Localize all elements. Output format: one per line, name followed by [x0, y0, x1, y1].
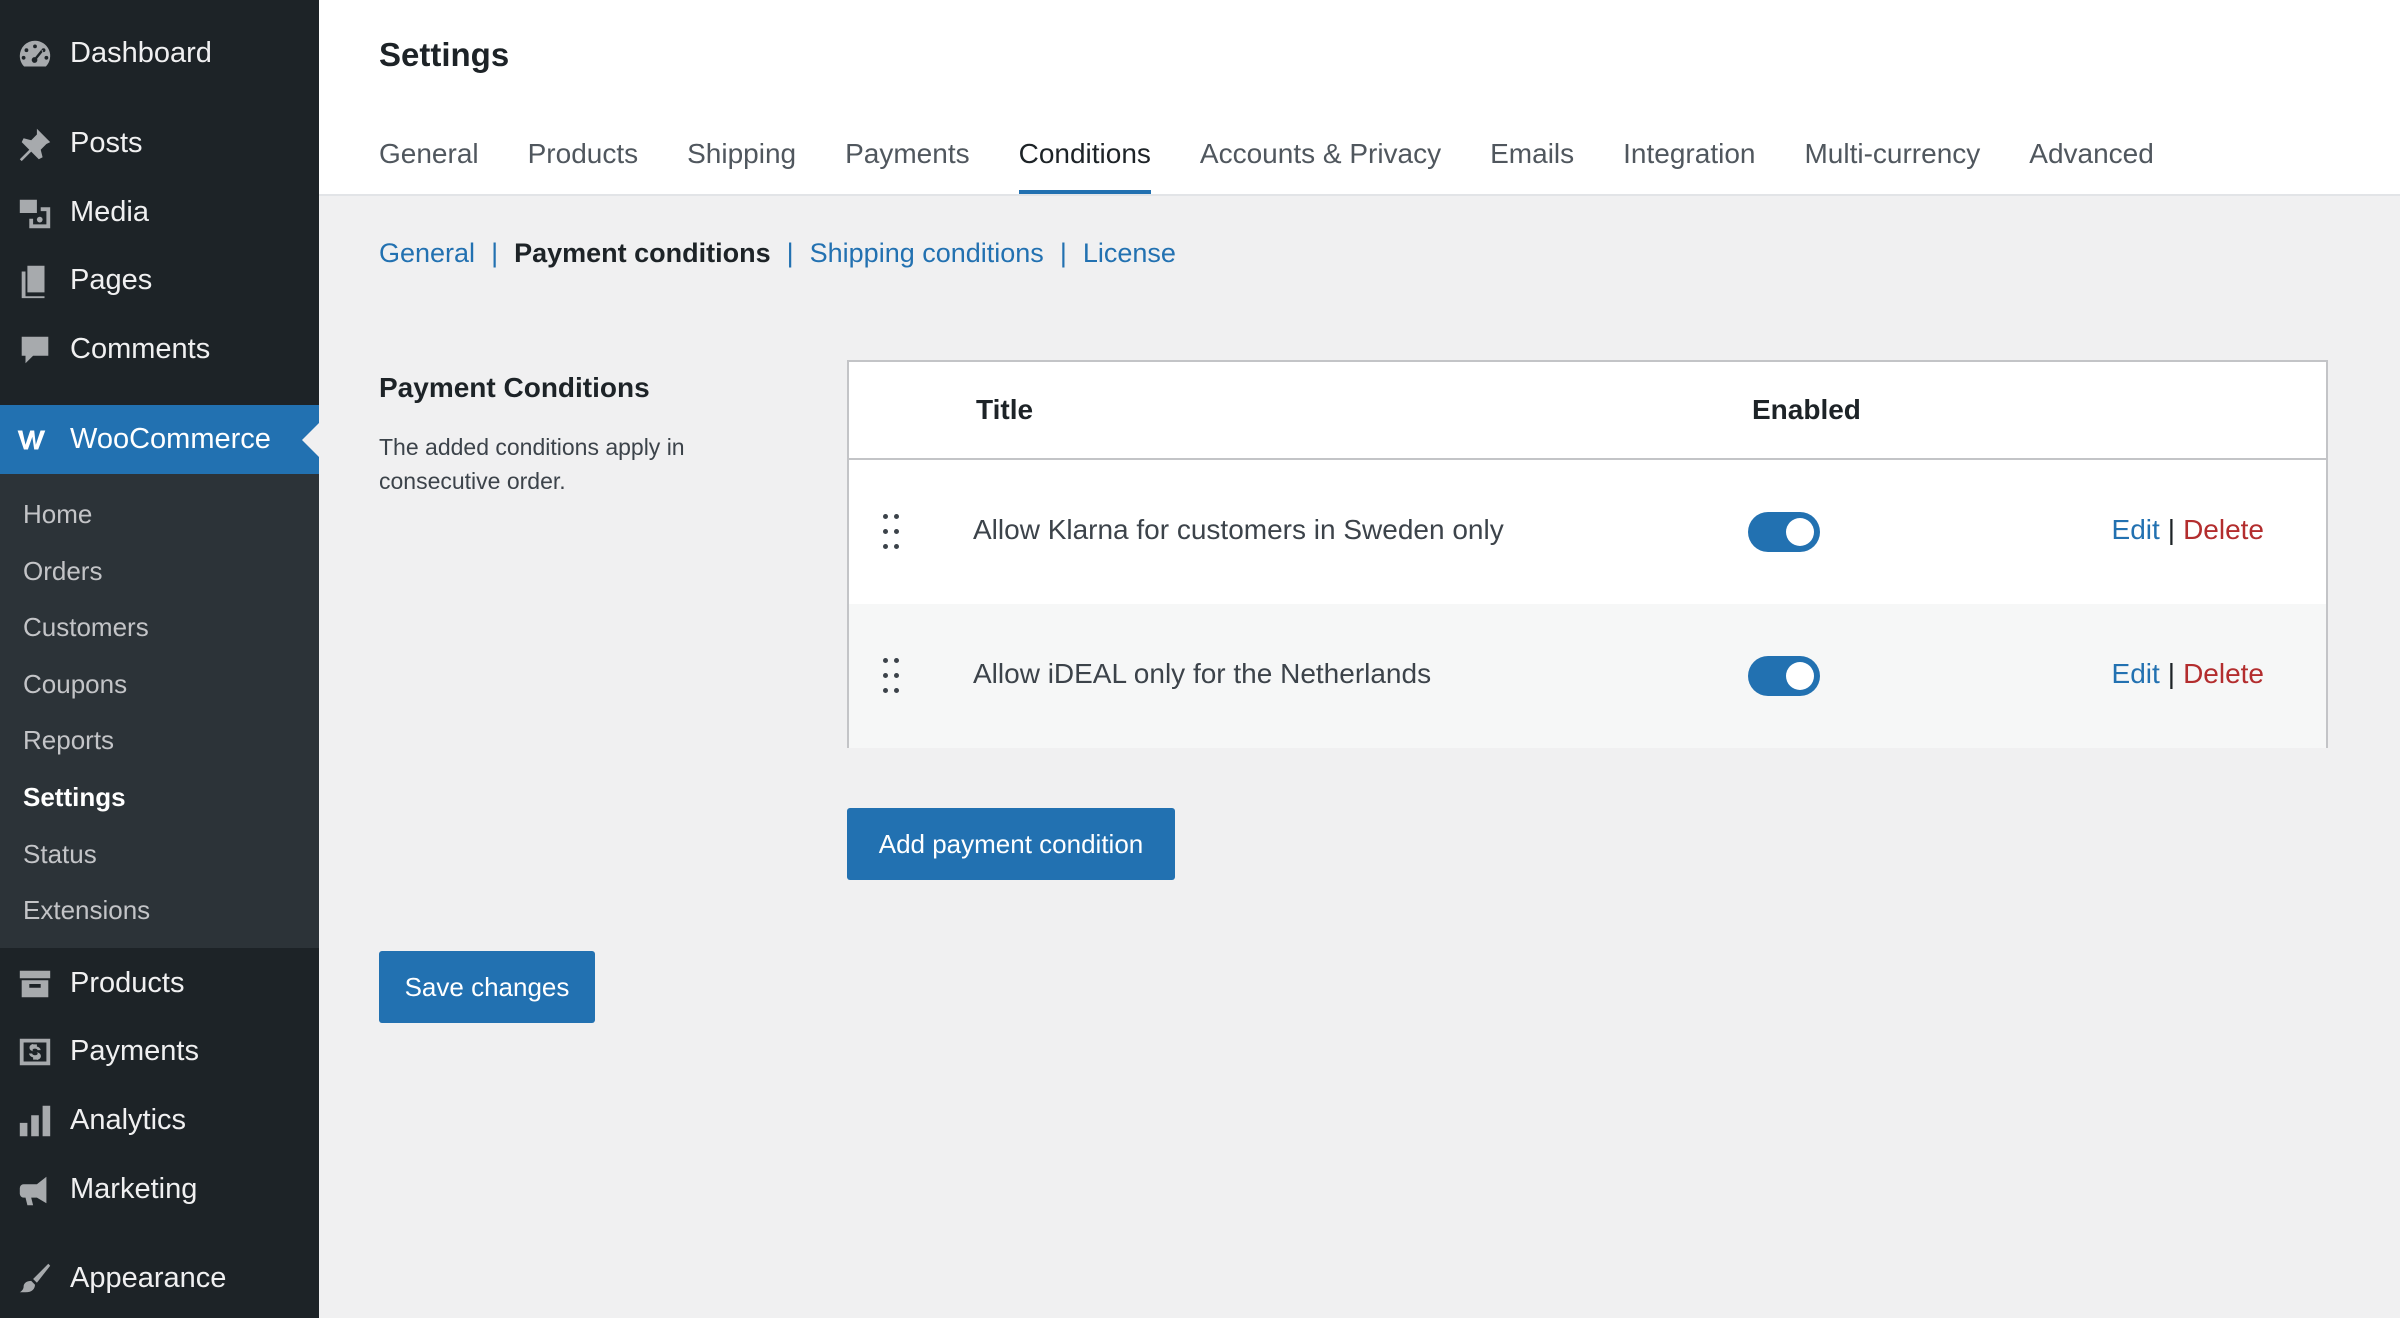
submenu-coupons[interactable]: Coupons — [23, 664, 127, 704]
save-changes-button[interactable]: Save changes — [379, 951, 595, 1023]
tab-advanced[interactable]: Advanced — [2029, 128, 2154, 194]
delete-link[interactable]: Delete — [2183, 514, 2264, 545]
woocommerce-icon — [0, 405, 70, 474]
tab-conditions[interactable]: Conditions — [1018, 128, 1151, 194]
menu-comments[interactable]: Comments — [0, 315, 319, 384]
toggle-knob — [1786, 518, 1814, 546]
row-actions: Edit | Delete — [2112, 658, 2264, 690]
section-subnav: General | Payment conditions | Shipping … — [379, 238, 1176, 269]
menu-analytics[interactable]: Analytics — [0, 1086, 319, 1155]
paintbrush-icon — [0, 1244, 70, 1313]
tab-shipping[interactable]: Shipping — [687, 128, 796, 194]
row-actions: Edit | Delete — [2112, 514, 2264, 546]
subnav-separator: | — [491, 238, 499, 268]
submenu-extensions[interactable]: Extensions — [23, 890, 150, 930]
tab-integration[interactable]: Integration — [1623, 128, 1755, 194]
table-row: Allow iDEAL only for the Netherlands Edi… — [849, 604, 2326, 748]
table-row: Allow Klarna for customers in Sweden onl… — [849, 460, 2326, 604]
submenu-home[interactable]: Home — [23, 494, 92, 534]
subnav-license-link[interactable]: License — [1083, 238, 1176, 269]
menu-dashboard[interactable]: Dashboard — [0, 19, 319, 88]
menu-appearance[interactable]: Appearance — [0, 1244, 319, 1313]
edit-link[interactable]: Edit — [2112, 514, 2160, 545]
toggle-knob — [1786, 662, 1814, 690]
table-header: Title Enabled — [849, 362, 2326, 460]
menu-products-label: Products — [70, 967, 185, 999]
dollar-card-icon — [0, 1017, 70, 1086]
action-separator: | — [2167, 658, 2176, 689]
condition-title: Allow iDEAL only for the Netherlands — [973, 658, 1432, 689]
column-header-enabled: Enabled — [1752, 394, 1861, 425]
tab-products[interactable]: Products — [528, 128, 639, 194]
menu-posts[interactable]: Posts — [0, 109, 319, 178]
menu-media[interactable]: Media — [0, 178, 319, 247]
subnav-separator: | — [1059, 238, 1067, 268]
settings-tabs: General Products Shipping Payments Condi… — [379, 128, 2203, 196]
woocommerce-submenu: Home Orders Customers Coupons Reports Se… — [0, 474, 319, 948]
enabled-toggle[interactable] — [1748, 512, 1820, 552]
enabled-toggle[interactable] — [1748, 656, 1820, 696]
bar-chart-icon — [0, 1086, 70, 1155]
submenu-orders[interactable]: Orders — [23, 551, 102, 591]
section-description: The added conditions apply in consecutiv… — [379, 434, 685, 494]
menu-payments[interactable]: Payments — [0, 1017, 319, 1086]
condition-title: Allow Klarna for customers in Sweden onl… — [973, 514, 1504, 545]
action-separator: | — [2167, 514, 2176, 545]
edit-link[interactable]: Edit — [2112, 658, 2160, 689]
menu-pages[interactable]: Pages — [0, 246, 319, 315]
tab-payments[interactable]: Payments — [845, 128, 970, 194]
menu-appearance-label: Appearance — [70, 1262, 227, 1294]
menu-marketing-label: Marketing — [70, 1173, 198, 1205]
conditions-table: Title Enabled Allow Klarna for customers… — [847, 360, 2328, 748]
menu-pages-label: Pages — [70, 264, 153, 296]
tab-accounts-privacy[interactable]: Accounts & Privacy — [1200, 128, 1441, 194]
submenu-status[interactable]: Status — [23, 834, 97, 874]
menu-woocommerce[interactable]: WooCommerce — [0, 405, 319, 474]
subnav-separator: | — [786, 238, 794, 268]
settings-header: Settings General Products Shipping Payme… — [319, 0, 2400, 196]
menu-analytics-label: Analytics — [70, 1104, 187, 1136]
submenu-customers[interactable]: Customers — [23, 607, 149, 647]
admin-sidebar: Dashboard Posts Media Pages Comments Woo… — [0, 0, 319, 1318]
megaphone-icon — [0, 1155, 70, 1224]
delete-link[interactable]: Delete — [2183, 658, 2264, 689]
submenu-reports[interactable]: Reports — [23, 720, 114, 760]
drag-handle-icon[interactable] — [883, 658, 905, 694]
subnav-shipping-conditions-link[interactable]: Shipping conditions — [810, 238, 1044, 269]
add-payment-condition-button[interactable]: Add payment condition — [847, 808, 1175, 880]
dashboard-icon — [0, 19, 70, 88]
menu-marketing[interactable]: Marketing — [0, 1155, 319, 1224]
menu-payments-label: Payments — [70, 1035, 199, 1067]
menu-media-label: Media — [70, 196, 149, 228]
subnav-payment-conditions-current: Payment conditions — [514, 238, 771, 268]
menu-dashboard-label: Dashboard — [70, 37, 212, 69]
column-header-title: Title — [976, 394, 1034, 425]
menu-woocommerce-label: WooCommerce — [70, 423, 271, 455]
menu-posts-label: Posts — [70, 127, 143, 159]
drag-handle-icon[interactable] — [883, 514, 905, 550]
archive-box-icon — [0, 949, 70, 1018]
tab-multi-currency[interactable]: Multi-currency — [1804, 128, 1980, 194]
pushpin-icon — [0, 109, 70, 178]
page-title: Settings — [379, 36, 510, 73]
tab-general[interactable]: General — [379, 128, 479, 194]
subnav-general-link[interactable]: General — [379, 238, 475, 269]
menu-products[interactable]: Products — [0, 949, 319, 1018]
tab-emails[interactable]: Emails — [1490, 128, 1574, 194]
pages-icon — [0, 246, 70, 315]
submenu-settings[interactable]: Settings — [23, 777, 126, 817]
media-icon — [0, 178, 70, 247]
menu-comments-label: Comments — [70, 333, 211, 365]
comment-bubble-icon — [0, 315, 70, 384]
section-title: Payment Conditions — [379, 372, 650, 403]
